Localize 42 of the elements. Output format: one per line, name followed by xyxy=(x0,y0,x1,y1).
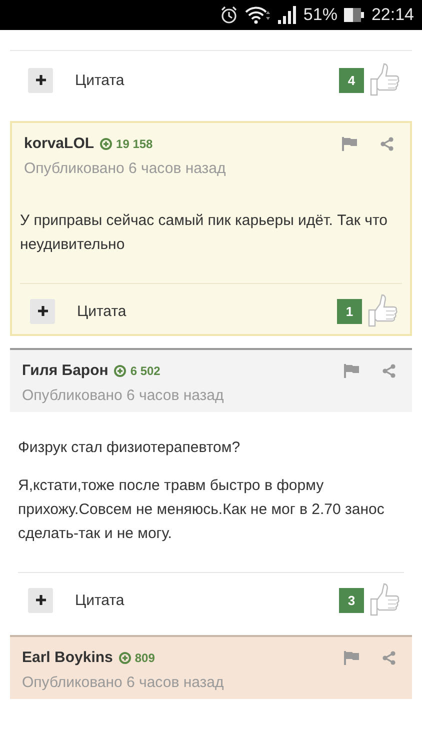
flag-icon[interactable] xyxy=(344,650,360,664)
add-quote-button[interactable] xyxy=(30,298,55,324)
post-time: Опубликовано 6 часов назад xyxy=(22,674,225,691)
author-name[interactable]: Earl Boykins xyxy=(22,649,113,666)
author-name[interactable]: korvaLOL xyxy=(24,135,94,152)
quote-link[interactable]: Цитата xyxy=(77,302,126,320)
flag-icon[interactable] xyxy=(344,364,360,378)
reputation-icon xyxy=(100,138,112,150)
wifi-icon xyxy=(245,5,272,25)
thumbs-up-icon[interactable] xyxy=(366,294,398,328)
quote-link[interactable]: Цитата xyxy=(75,72,124,88)
reputation-count: 19 158 xyxy=(116,136,153,150)
add-quote-button[interactable] xyxy=(28,68,53,92)
author-name[interactable]: Гиля Барон xyxy=(22,362,108,379)
quote-link[interactable]: Цитата xyxy=(75,592,124,608)
share-icon[interactable] xyxy=(382,364,396,378)
comment-text: У приправы сейчас самый пик карьеры идёт. Так что неудивительно xyxy=(20,211,388,255)
reputation-count: 809 xyxy=(134,650,155,664)
reputation-icon xyxy=(118,652,131,664)
reputation-count: 6 502 xyxy=(130,364,160,378)
comment-text: Физрук стал физиотерапевтом? xyxy=(18,438,242,458)
signal-icon xyxy=(277,6,298,24)
share-icon[interactable] xyxy=(380,136,394,150)
thumbs-up-icon[interactable] xyxy=(368,63,400,97)
battery-percent: 51% xyxy=(303,5,338,25)
like-count: 3 xyxy=(339,588,364,612)
alarm-clock-icon xyxy=(219,5,240,25)
like-count: 4 xyxy=(339,68,364,92)
comment-text: Я,кстати,тоже после травм быстро в форму прихожу.Совсем не меняюсь.Как не мог в 2.70 занос сделать-так и не могу. xyxy=(18,476,386,544)
add-quote-button[interactable] xyxy=(28,588,53,612)
like-count: 1 xyxy=(337,298,362,324)
clock-time: 22:14 xyxy=(371,5,414,25)
thumbs-up-icon[interactable] xyxy=(368,583,400,617)
post-time: Опубликовано 6 часов назад xyxy=(22,387,225,404)
share-icon[interactable] xyxy=(382,650,396,664)
battery-icon xyxy=(343,7,366,23)
plus-icon xyxy=(34,74,46,86)
flag-icon[interactable] xyxy=(342,136,358,150)
reputation-icon xyxy=(114,364,126,376)
plus-icon xyxy=(36,305,48,317)
post-time: Опубликовано 6 часов назад xyxy=(24,160,227,177)
plus-icon xyxy=(34,594,46,606)
